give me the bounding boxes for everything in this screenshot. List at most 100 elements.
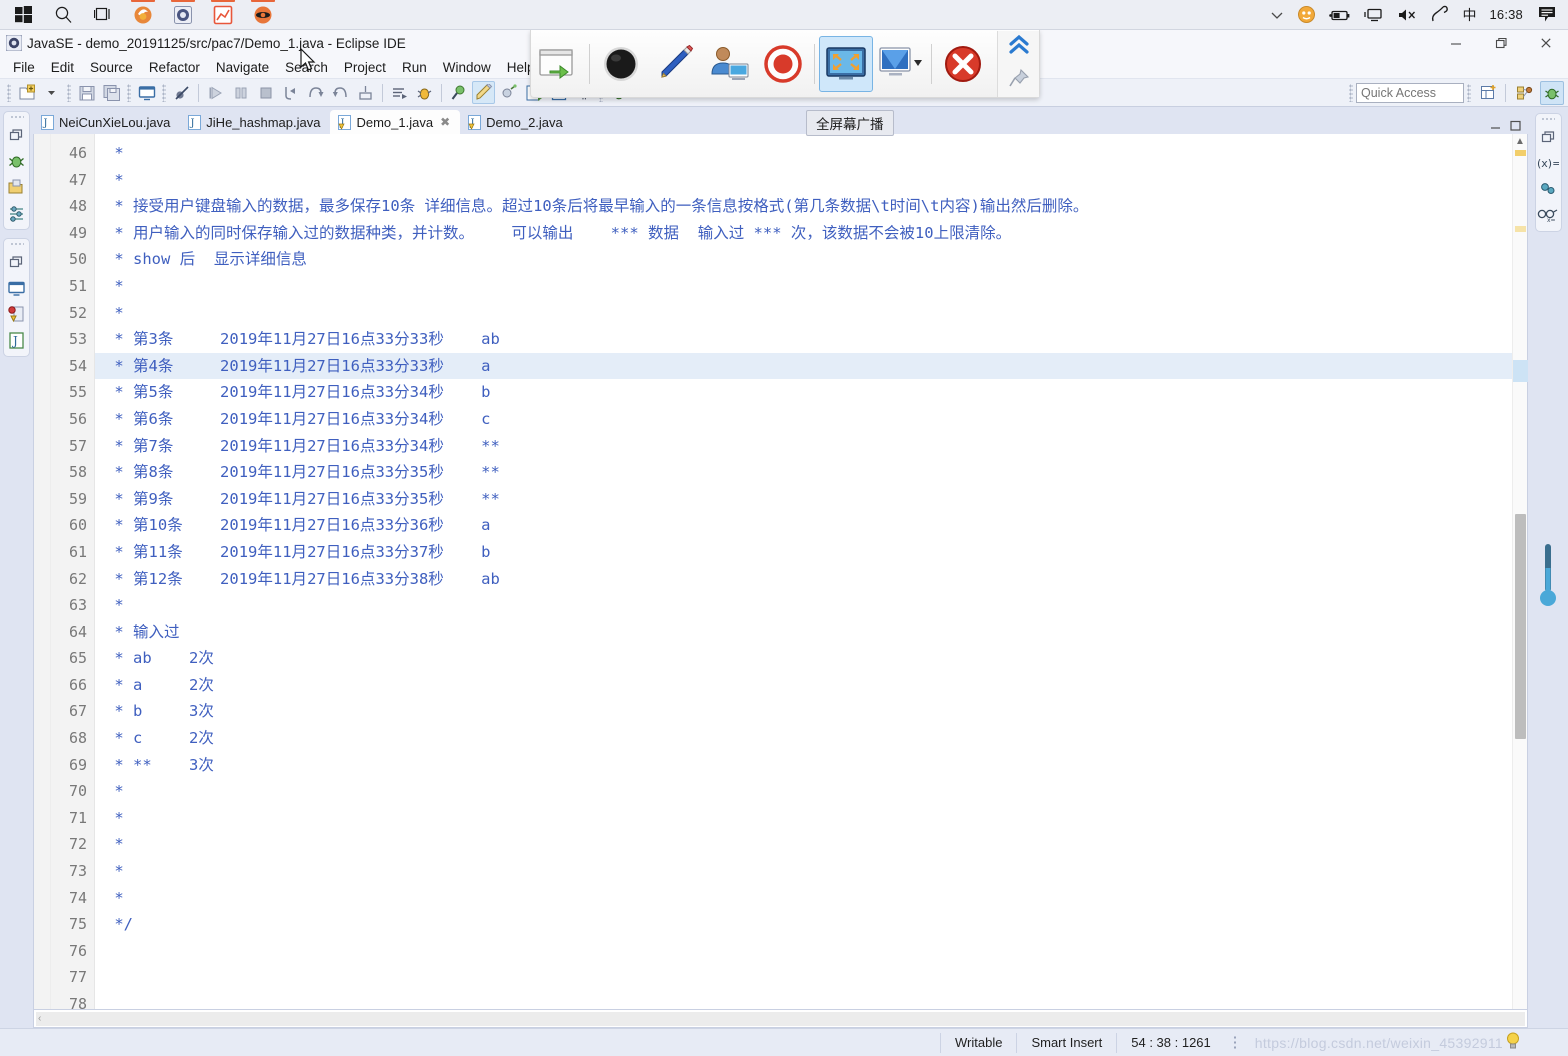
code-line[interactable]: *	[95, 831, 1512, 858]
sidebar-item-debug[interactable]	[6, 150, 28, 172]
external-tools-button[interactable]	[447, 81, 470, 104]
java-perspective-button[interactable]	[1513, 81, 1537, 105]
minimize-editor-button[interactable]	[1486, 116, 1504, 134]
open-console-button[interactable]	[135, 81, 158, 104]
sidebar-item-javadoc[interactable]: J	[6, 329, 28, 351]
code-line[interactable]: *	[95, 885, 1512, 912]
editor-vertical-scrollbar[interactable]: ▲	[1512, 134, 1528, 1009]
code-line[interactable]	[95, 938, 1512, 965]
rail-grip[interactable]	[9, 115, 24, 120]
code-line[interactable]: * 用户输入的同时保存输入过的数据种类，并计数。 可以输出 *** 数据 输入过…	[95, 220, 1512, 247]
code-line[interactable]: *	[95, 858, 1512, 885]
pin-toolbar-button[interactable]	[1007, 67, 1031, 94]
menu-item-navigate[interactable]: Navigate	[208, 58, 277, 77]
editor-tab-neicunxielou[interactable]: J NeiCunXieLou.java	[33, 110, 180, 134]
taskbar-search-button[interactable]	[44, 0, 82, 29]
taskbar-app-eclipse[interactable]	[164, 0, 202, 29]
quick-access-grip[interactable]	[1349, 83, 1353, 102]
menu-item-edit[interactable]: Edit	[43, 58, 82, 77]
code-line[interactable]: * a 2次	[95, 672, 1512, 699]
quick-access-input[interactable]	[1356, 82, 1464, 103]
editor-horizontal-scrollbar[interactable]: ‹	[36, 1011, 1525, 1026]
new-dropdown-button[interactable]	[40, 81, 63, 104]
fullscreen-broadcast-button[interactable]	[819, 35, 873, 92]
sidebar-item-variables-right[interactable]: (x)=	[1537, 152, 1559, 174]
taskbar-clock[interactable]: 16:38	[1483, 7, 1529, 22]
debug-button[interactable]	[413, 81, 436, 104]
code-line[interactable]: *	[95, 140, 1512, 167]
code-line[interactable]: * show 后 显示详细信息	[95, 246, 1512, 273]
minimize-button[interactable]	[1433, 30, 1478, 56]
sidebar-item-variables[interactable]	[6, 202, 28, 224]
editor-marker-gutter[interactable]	[34, 134, 51, 1009]
rail-grip-2[interactable]	[9, 242, 24, 247]
edit-highlight-button[interactable]	[472, 81, 495, 104]
code-line[interactable]: * 第10条 2019年11月27日16点33分36秒 a	[95, 512, 1512, 539]
tray-app-button[interactable]	[1292, 0, 1321, 29]
drop-to-frame-button[interactable]	[354, 81, 377, 104]
code-line[interactable]: */	[95, 911, 1512, 938]
tray-volume-button[interactable]	[1392, 0, 1422, 29]
start-button[interactable]	[4, 0, 42, 29]
toolbar-grip-2[interactable]	[67, 83, 71, 102]
sidebar-item-breakpoints-right[interactable]	[1537, 178, 1559, 200]
editor-code-area[interactable]: * * * 接受用户键盘输入的数据，最多保存10条 详细信息。超过10条后将最早…	[95, 134, 1512, 1009]
stop-button[interactable]	[254, 81, 277, 104]
editor-tab-demo-1[interactable]: J Demo_1.java ✖	[330, 110, 461, 134]
step-return-button[interactable]	[329, 81, 352, 104]
code-line[interactable]: * 第7条 2019年11月27日16点33分34秒 **	[95, 433, 1512, 460]
code-line[interactable]: * 第6条 2019年11月27日16点33分34秒 c	[95, 406, 1512, 433]
code-line[interactable]: * 第5条 2019年11月27日16点33分34秒 b	[95, 379, 1512, 406]
stop-broadcast-button[interactable]	[936, 36, 990, 92]
code-line[interactable]: * 第3条 2019年11月27日16点33分33秒 ab	[95, 326, 1512, 353]
save-button[interactable]	[75, 81, 98, 104]
menu-item-project[interactable]: Project	[336, 58, 394, 77]
toolbar-grip-4[interactable]	[162, 83, 166, 102]
close-button[interactable]	[1523, 30, 1568, 56]
debug-perspective-toggle[interactable]	[1540, 80, 1564, 105]
sidebar-item-expressions-right[interactable]: x=	[1537, 204, 1559, 226]
coverage-button[interactable]	[497, 81, 520, 104]
scroll-up-arrow[interactable]: ▲	[1513, 134, 1527, 148]
maximize-editor-button[interactable]	[1506, 116, 1524, 134]
restore-view-button[interactable]	[6, 124, 28, 146]
record-button[interactable]	[756, 36, 810, 92]
status-tip-button[interactable]	[1505, 1031, 1521, 1054]
sidebar-item-package-explorer[interactable]	[6, 176, 28, 198]
tray-network-button[interactable]	[1359, 0, 1389, 29]
code-line[interactable]: * c 2次	[95, 725, 1512, 752]
collapse-toolbar-button[interactable]	[1006, 33, 1032, 62]
student-demo-button[interactable]	[702, 36, 756, 92]
save-all-button[interactable]	[100, 81, 123, 104]
overview-marker-info[interactable]	[1515, 226, 1526, 232]
skip-breakpoints-button[interactable]	[170, 81, 193, 104]
rail-grip-3[interactable]	[1541, 117, 1555, 122]
menu-item-run[interactable]: Run	[394, 58, 435, 77]
sidebar-item-breakpoints[interactable]	[6, 303, 28, 325]
tray-pen-button[interactable]	[1425, 0, 1455, 29]
taskbar-app-chart[interactable]	[204, 0, 242, 29]
restore-window-button[interactable]	[531, 36, 585, 92]
code-line[interactable]: * 输入过	[95, 619, 1512, 646]
code-line[interactable]: *	[95, 592, 1512, 619]
sidebar-item-console[interactable]	[6, 277, 28, 299]
editor-tab-close-icon[interactable]: ✖	[440, 115, 450, 129]
perspective-grip[interactable]	[1467, 83, 1471, 102]
status-grip[interactable]	[1232, 1034, 1237, 1051]
tray-battery-button[interactable]	[1324, 0, 1356, 29]
menu-item-file[interactable]: File	[5, 58, 43, 77]
taskbar-app-firefox[interactable]	[124, 0, 162, 29]
code-line[interactable]	[95, 964, 1512, 991]
hscroll-left-arrow[interactable]: ‹	[38, 1012, 41, 1026]
maximize-button[interactable]	[1478, 30, 1523, 56]
code-line[interactable]: * ** 3次	[95, 752, 1512, 779]
screen-mode-button[interactable]	[873, 36, 927, 92]
toolbar-grip-3[interactable]	[127, 83, 131, 102]
step-over-button[interactable]	[304, 81, 327, 104]
code-line[interactable]: *	[95, 778, 1512, 805]
code-line[interactable]: * 第9条 2019年11月27日16点33分35秒 **	[95, 486, 1512, 513]
code-line[interactable]: *	[95, 167, 1512, 194]
code-line[interactable]: *	[95, 273, 1512, 300]
code-line[interactable]	[95, 991, 1512, 1009]
taskbar-app-orange[interactable]	[244, 0, 282, 29]
